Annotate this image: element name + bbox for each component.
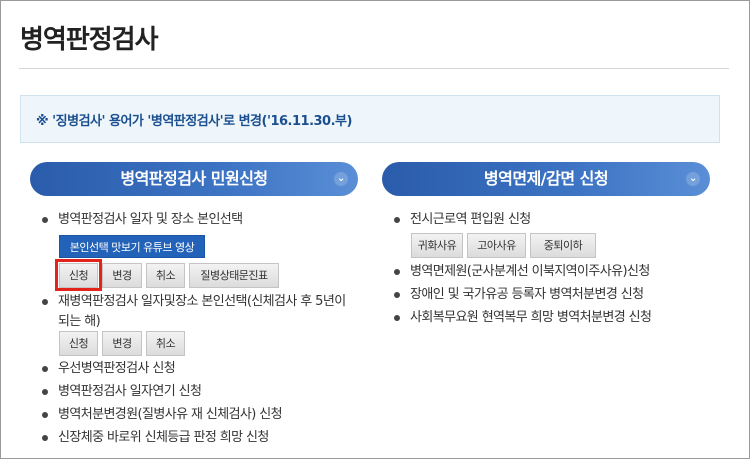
chevron-down-icon[interactable]: ⌄ [334, 172, 348, 186]
reexam-cancel-button[interactable]: 취소 [146, 331, 185, 356]
youtube-video-button[interactable]: 본인선택 맛보기 유튜브 영상 [59, 235, 205, 258]
page-title: 병역판정검사 [20, 25, 159, 55]
orphan-button[interactable]: 고아사유 [467, 233, 526, 258]
list-item-height-weight-grade[interactable]: 신장체중 바로위 신체등급 판정 희망 신청 [42, 428, 269, 448]
health-questionnaire-button[interactable]: 질병상태문진표 [189, 263, 279, 288]
list-item-disposition-change[interactable]: 병역처분변경원(질병사유 재 신체검사) 신청 [42, 405, 283, 425]
list-item-date-postpone[interactable]: 병역판정검사 일자연기 신청 [42, 382, 202, 402]
dropout-button[interactable]: 중퇴이하 [530, 233, 596, 258]
notice-box: ※ '징병검사' 용어가 '병역판정검사'로 변경('16.11.30.부) [20, 95, 720, 143]
list-item-reexam-date-select[interactable]: 재병역판정검사 일자및장소 본인선택(신체검사 후 5년이 되는 해) [42, 292, 372, 332]
bullet-icon [394, 292, 400, 298]
list-item-military-exemption[interactable]: 병역면제원(군사분계선 이북지역이주사유)신청 [394, 262, 650, 282]
change-button[interactable]: 변경 [102, 263, 142, 288]
section-header-exemption[interactable]: 병역면제/감면 신청 ⌄ [382, 162, 710, 196]
bullet-icon [42, 389, 48, 395]
bullet-icon [394, 269, 400, 275]
list-item-disabled-registrant[interactable]: 장애인 및 국가유공 등록자 병역처분변경 신청 [394, 285, 644, 305]
list-item-social-service-active-duty[interactable]: 사회복무요원 현역복무 희망 병역처분변경 신청 [394, 308, 652, 328]
list-item-priority-exam[interactable]: 우선병역판정검사 신청 [42, 359, 176, 379]
page-frame: 병역판정검사 ※ '징병검사' 용어가 '병역판정검사'로 변경('16.11.… [0, 0, 750, 459]
title-divider [19, 68, 729, 69]
naturalization-button[interactable]: 귀화사유 [411, 233, 463, 258]
reexam-apply-button[interactable]: 신청 [59, 331, 98, 356]
notice-text: ※ '징병검사' 용어가 '병역판정검사'로 변경('16.11.30.부) [36, 114, 352, 129]
bullet-icon [42, 299, 48, 305]
section-header-label: 병역판정검사 민원신청 [120, 169, 268, 188]
chevron-down-icon[interactable]: ⌄ [686, 172, 700, 186]
reexam-change-button[interactable]: 변경 [102, 331, 142, 356]
bullet-icon [394, 217, 400, 223]
list-item-wartime-labor[interactable]: 전시근로역 편입원 신청 [394, 210, 531, 230]
section-header-civil-application[interactable]: 병역판정검사 민원신청 ⌄ [30, 162, 358, 196]
bullet-icon [394, 315, 400, 321]
bullet-icon [42, 412, 48, 418]
list-item-exam-date-select[interactable]: 병역판정검사 일자 및 장소 본인선택 [42, 210, 243, 230]
cancel-button[interactable]: 취소 [146, 263, 185, 288]
bullet-icon [42, 366, 48, 372]
bullet-icon [42, 435, 48, 441]
section-header-label: 병역면제/감면 신청 [483, 169, 609, 188]
bullet-icon [42, 217, 48, 223]
highlight-box [55, 259, 102, 291]
